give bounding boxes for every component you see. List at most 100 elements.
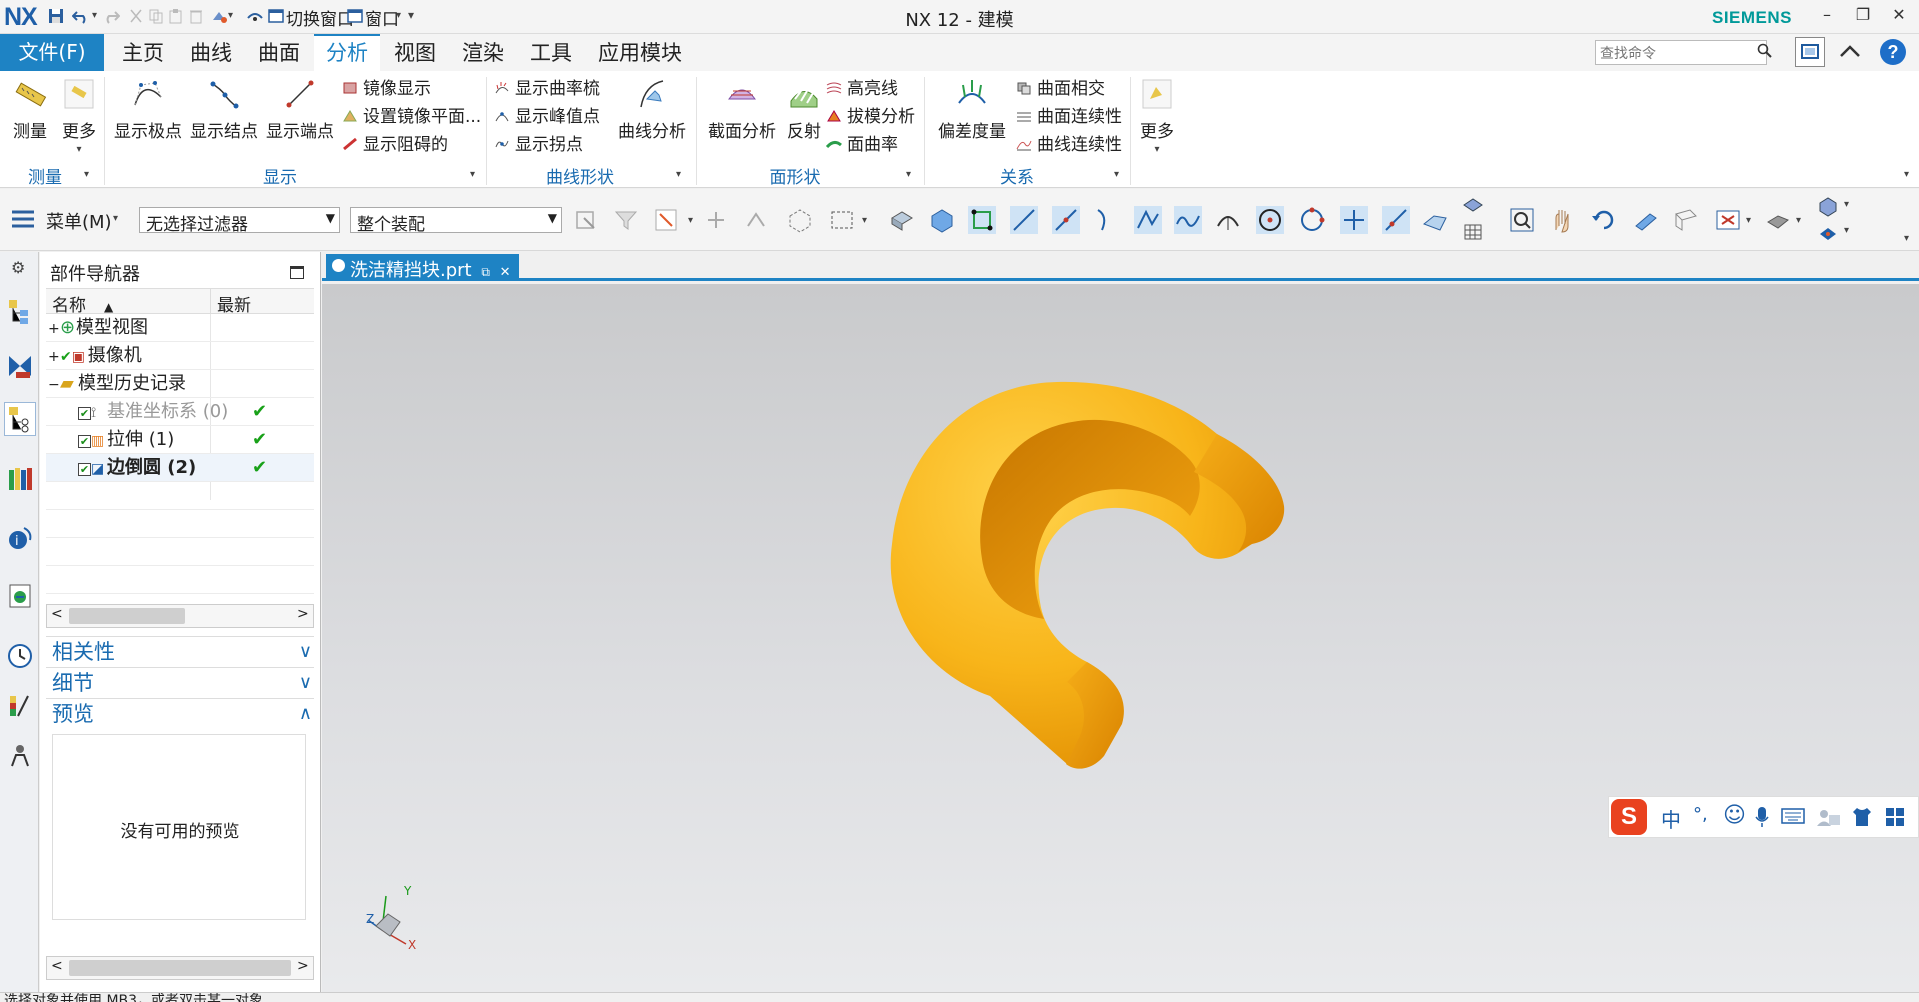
scroll-left-icon[interactable]: < [51, 958, 63, 974]
save-icon[interactable] [48, 8, 66, 26]
search-icon[interactable] [1757, 43, 1773, 59]
show-obstructed-button[interactable]: 显示阻碍的 [342, 131, 448, 159]
scroll-right-icon[interactable]: > [297, 958, 309, 974]
copy-icon[interactable] [148, 8, 166, 26]
select-all-icon[interactable] [702, 206, 730, 234]
reflection-button[interactable]: 反射 [782, 77, 826, 142]
tree-row-datum-csys[interactable]: ✔ ⟟ 基准坐标系 (0) ✔ [46, 398, 314, 426]
intersection-point-icon[interactable] [1134, 206, 1162, 234]
rotate-icon[interactable] [1590, 206, 1618, 234]
file-menu-tab[interactable]: 文件(F) [0, 34, 104, 71]
float-tab-icon[interactable]: ⧉ [481, 265, 490, 279]
work-layer-dropdown-icon[interactable]: ▾ [1844, 225, 1849, 236]
display-mode-icon[interactable] [1816, 195, 1840, 217]
visible-check-icon[interactable]: ✔ [60, 349, 72, 365]
selection-filter-dropdown[interactable]: 无选择过滤器 ▼ [139, 207, 340, 235]
more-button[interactable]: 更多 ▾ [1134, 77, 1180, 155]
tab-applications[interactable]: 应用模块 [586, 34, 694, 71]
help-icon[interactable]: ? [1880, 39, 1906, 65]
preview-horizontal-scrollbar[interactable]: < > [46, 956, 314, 980]
measure-button[interactable]: 测量 [6, 77, 54, 142]
expand-icon[interactable]: + [48, 315, 60, 343]
ime-mode-toggle[interactable]: 中 [1661, 804, 1681, 833]
show-peak-points-button[interactable]: 显示峰值点 [494, 103, 600, 131]
circle-center-icon[interactable] [1256, 206, 1284, 234]
web-browser-icon[interactable] [6, 582, 34, 610]
deviation-gauge-button[interactable]: 偏差度量 [932, 77, 1012, 142]
curve-analysis-button[interactable]: 曲线分析 [614, 77, 690, 142]
scroll-right-icon[interactable]: > [297, 606, 309, 622]
tab-curve[interactable]: 曲线 [178, 34, 244, 71]
control-point-icon[interactable] [1092, 206, 1120, 234]
repeat-command-icon[interactable] [210, 8, 228, 26]
existing-point-icon[interactable] [1340, 206, 1368, 234]
measure-group-dropdown-icon[interactable]: ▾ [84, 169, 89, 180]
command-search-input[interactable] [1595, 40, 1767, 65]
collapse-ribbon-icon[interactable] [1838, 41, 1862, 61]
show-poles-button[interactable]: 显示极点 [112, 77, 184, 142]
history-icon[interactable] [6, 642, 34, 670]
point-on-face-icon[interactable] [1382, 206, 1410, 234]
tab-surface[interactable]: 曲面 [246, 34, 312, 71]
tab-tools[interactable]: 工具 [518, 34, 584, 71]
redo-icon[interactable] [104, 8, 122, 26]
feature-checkbox[interactable]: ✔ [78, 435, 91, 448]
perspective-icon[interactable] [1672, 206, 1700, 234]
type-filter-icon[interactable] [652, 206, 680, 234]
face-shape-group-dropdown-icon[interactable]: ▾ [906, 169, 911, 180]
show-endpoints-button[interactable]: 显示端点 [264, 77, 336, 142]
fit-window-dropdown-icon[interactable]: ▾ [1746, 215, 1751, 226]
work-layer-icon[interactable] [1816, 222, 1840, 244]
face-curvature-button[interactable]: 面曲率 [826, 131, 898, 159]
undo-icon[interactable] [72, 8, 90, 26]
scroll-thumb[interactable] [69, 960, 291, 976]
quadrant-point-icon[interactable] [1298, 206, 1326, 234]
touch-mode-icon[interactable] [246, 8, 264, 26]
tab-view[interactable]: 视图 [382, 34, 448, 71]
roles-icon[interactable] [6, 742, 34, 770]
minimize-button[interactable]: – [1811, 5, 1843, 29]
display-group-dropdown-icon[interactable]: ▾ [470, 169, 475, 180]
part-model[interactable] [322, 284, 1919, 992]
window-dropdown-icon[interactable]: ▾ [396, 10, 401, 21]
surface-continuity-button[interactable]: 曲面连续性 [1016, 103, 1122, 131]
rectangle-select-icon[interactable] [828, 206, 856, 234]
skin-icon[interactable] [1851, 806, 1873, 828]
restore-button[interactable]: ❐ [1847, 5, 1879, 29]
ribbon-options-dropdown-icon[interactable]: ▾ [1904, 169, 1909, 180]
close-tab-icon[interactable]: ✕ [500, 265, 511, 280]
highlight-lines-button[interactable]: 高亮线 [826, 75, 898, 103]
emoji-icon[interactable]: ☺ [1723, 804, 1746, 828]
face-intersection-button[interactable]: 曲面相交 [1016, 75, 1105, 103]
repeat-dropdown-icon[interactable]: ▾ [228, 10, 233, 21]
tree-row-model-views[interactable]: +⊕模型视图 [46, 314, 314, 342]
snap-points-icon[interactable] [968, 206, 996, 234]
tab-analysis[interactable]: 分析 [314, 34, 380, 71]
type-filter-dropdown-icon[interactable]: ▾ [688, 215, 693, 226]
mirror-display-button[interactable]: 镜像显示 [342, 75, 431, 103]
section-analysis-button[interactable]: 截面分析 [704, 77, 780, 142]
toolbox-icon[interactable] [1885, 807, 1905, 827]
select-face-icon[interactable] [888, 206, 916, 234]
feature-checkbox[interactable]: ✔ [78, 463, 91, 476]
show-knots-button[interactable]: 显示结点 [188, 77, 260, 142]
close-button[interactable]: ✕ [1883, 5, 1915, 29]
tree-row-edge-blend[interactable]: ✔ ◪ 边倒圆 (2) ✔ [46, 454, 314, 482]
delete-icon[interactable] [188, 8, 206, 26]
view-orient-icon[interactable] [1462, 195, 1484, 217]
end-point-icon[interactable] [1010, 206, 1038, 234]
part-navigator-icon[interactable] [4, 402, 36, 436]
settings-gear-icon[interactable]: ⚙ [11, 258, 25, 277]
show-inflections-button[interactable]: 显示拐点 [494, 131, 583, 159]
filter-icon[interactable] [612, 206, 640, 234]
render-style-icon[interactable] [1764, 206, 1792, 234]
scroll-left-icon[interactable]: < [51, 606, 63, 622]
toolbar-options-dropdown-icon[interactable]: ▾ [1904, 233, 1909, 244]
draft-analysis-button[interactable]: 拔模分析 [826, 103, 915, 131]
full-screen-icon[interactable] [1795, 37, 1825, 67]
document-tab[interactable]: 洗洁精挡块.prt ⧉ ✕ [326, 254, 519, 281]
tree-horizontal-scrollbar[interactable]: < > [46, 604, 314, 628]
assembly-navigator-icon[interactable] [6, 298, 34, 326]
section-dependencies[interactable]: 相关性 ∨ [46, 636, 314, 666]
tab-home[interactable]: 主页 [110, 34, 176, 71]
